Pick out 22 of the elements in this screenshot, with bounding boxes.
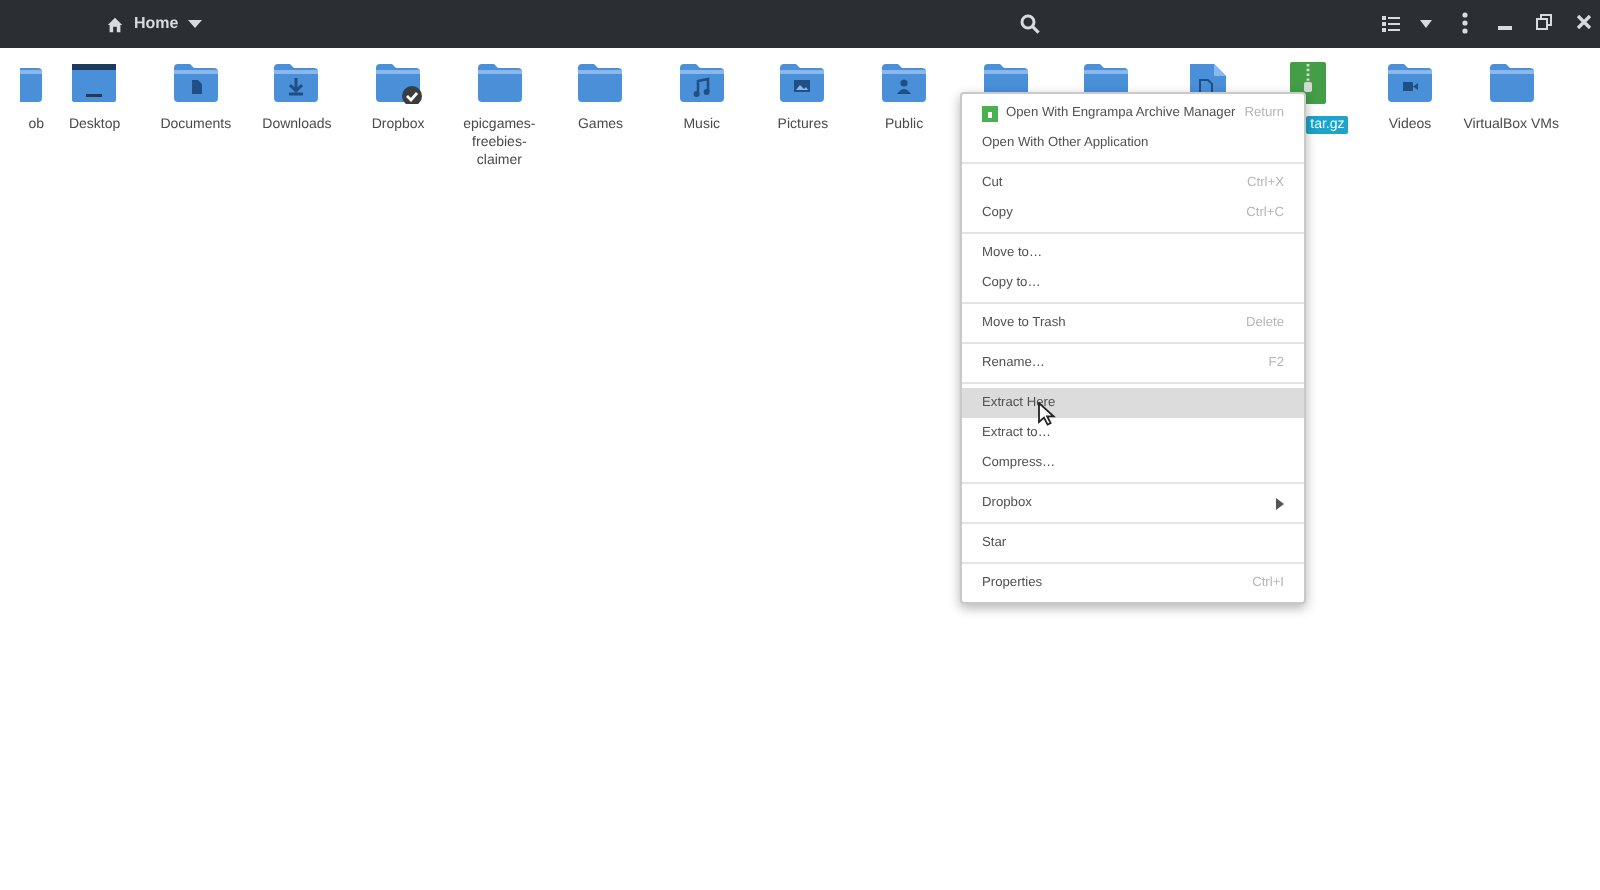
location-button[interactable]: Home [100, 6, 209, 42]
folder-icon[interactable] [1487, 62, 1536, 104]
archive-icon [982, 105, 998, 121]
picture-folder-icon[interactable] [778, 62, 827, 104]
menu-icon[interactable] [1462, 12, 1468, 34]
submenu-arrow-icon [1276, 497, 1284, 509]
video-folder-icon[interactable] [1386, 62, 1435, 104]
caret-icon [188, 20, 203, 28]
restore-icon[interactable] [1536, 14, 1552, 30]
caret-icon[interactable] [1420, 20, 1432, 28]
view-list-icon[interactable] [1382, 16, 1400, 32]
close-icon[interactable] [1576, 14, 1592, 30]
checked-folder-icon[interactable] [374, 62, 423, 104]
home-icon [106, 15, 124, 33]
download-folder-icon[interactable] [272, 62, 321, 104]
person-folder-icon[interactable] [880, 62, 929, 104]
folder-icon[interactable] [576, 62, 625, 104]
desktop-folder-icon[interactable] [70, 62, 119, 104]
music-folder-icon[interactable] [677, 62, 726, 104]
document-folder-icon[interactable] [171, 62, 220, 104]
search-icon[interactable] [1020, 14, 1040, 34]
folder-icon[interactable] [475, 62, 524, 104]
